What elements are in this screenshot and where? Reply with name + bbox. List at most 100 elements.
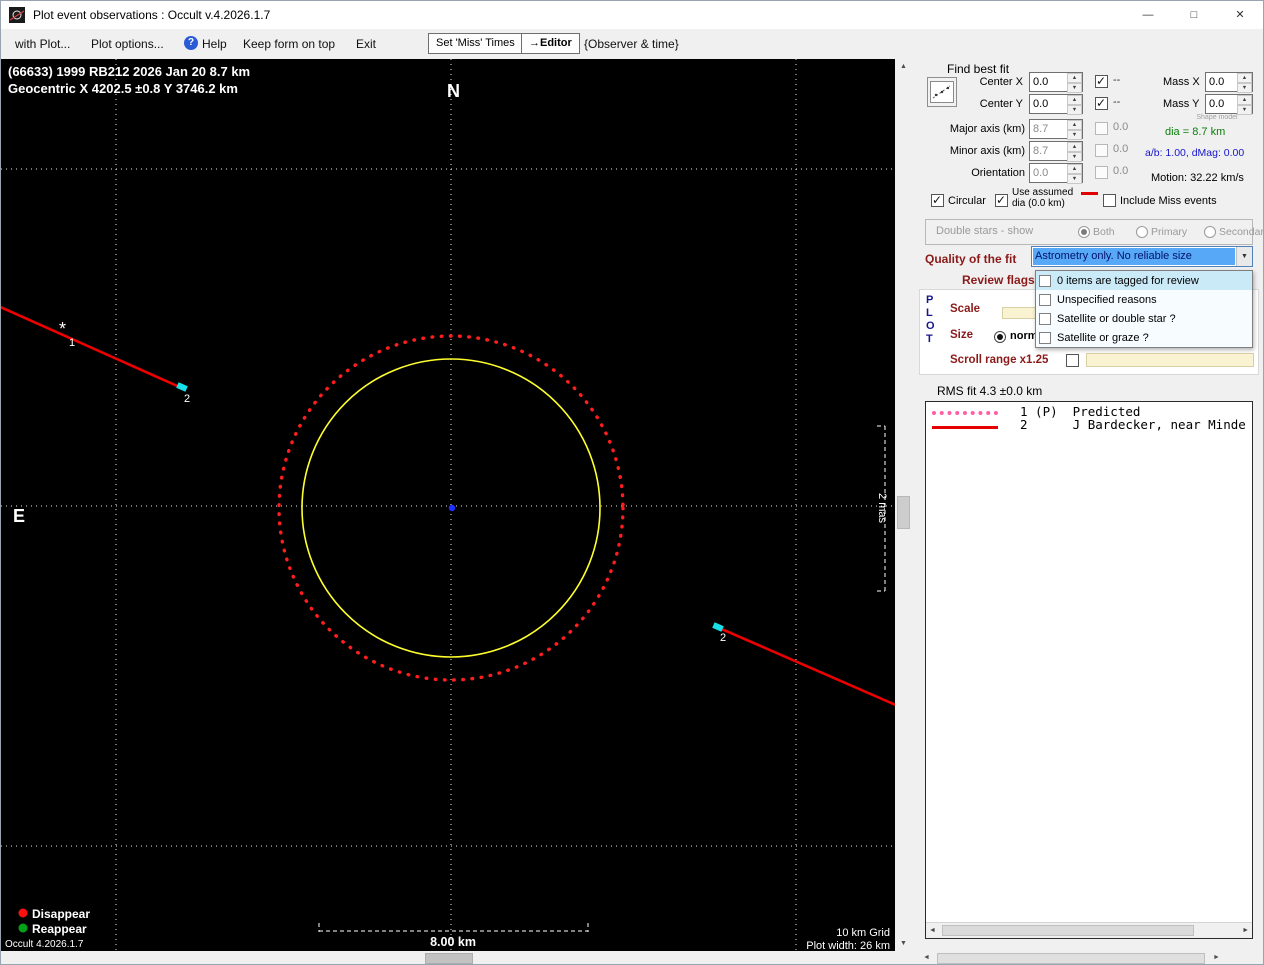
- app-icon: [9, 7, 25, 23]
- center-x-checkbox[interactable]: [1095, 75, 1108, 88]
- spinner-up-icon[interactable]: ▲: [1067, 164, 1082, 174]
- size-normal-radio[interactable]: [994, 331, 1006, 343]
- quality-combobox[interactable]: Astrometry only. No reliable size ▼: [1031, 246, 1253, 267]
- menu-plot-options[interactable]: Plot options...: [91, 37, 164, 51]
- scroll-left-icon[interactable]: ◄: [923, 954, 930, 961]
- close-button[interactable]: ✕: [1217, 1, 1263, 29]
- legend-reappear: Reappear: [32, 922, 87, 936]
- minor-axis-value[interactable]: 8.7: [1030, 142, 1067, 160]
- orientation-spinner[interactable]: ▲▼: [1067, 164, 1082, 182]
- mass-y-spinner[interactable]: ▲▼: [1237, 95, 1252, 113]
- major-axis-spinner[interactable]: ▲▼: [1067, 120, 1082, 138]
- help-icon[interactable]: ?: [184, 36, 198, 50]
- primary-radio[interactable]: [1136, 226, 1148, 238]
- chord1-end-marker[interactable]: [176, 382, 188, 392]
- panel-h-scroll-thumb[interactable]: [937, 953, 1205, 964]
- review-flag-checkbox[interactable]: [1039, 294, 1051, 306]
- find-best-fit-button[interactable]: [927, 77, 957, 107]
- spinner-down-icon[interactable]: ▼: [1237, 83, 1252, 93]
- scroll-right-icon[interactable]: ►: [1242, 927, 1249, 934]
- center-y-spinner[interactable]: ▲▼: [1067, 95, 1082, 113]
- chord-2[interactable]: [717, 627, 895, 706]
- minor-axis-checkbox[interactable]: [1095, 144, 1108, 157]
- scroll-range-slider[interactable]: [1086, 353, 1254, 367]
- use-assumed-line2: dia (0.0 km): [1012, 198, 1065, 209]
- minimize-button[interactable]: —: [1125, 1, 1171, 29]
- north-label: N: [447, 81, 460, 101]
- spinner-up-icon[interactable]: ▲: [1067, 95, 1082, 105]
- spinner-down-icon[interactable]: ▼: [1067, 105, 1082, 115]
- mass-y-field[interactable]: 0.0 ▲▼: [1205, 94, 1253, 114]
- vertical-scroll-thumb[interactable]: [897, 496, 910, 529]
- menu-exit[interactable]: Exit: [356, 37, 376, 51]
- review-flag-item[interactable]: Unspecified reasons: [1036, 290, 1252, 309]
- spinner-down-icon[interactable]: ▼: [1067, 83, 1082, 93]
- observations-h-scrollbar[interactable]: ◄ ►: [926, 922, 1252, 938]
- review-flag-text: Satellite or double star ?: [1057, 313, 1176, 325]
- review-flag-checkbox[interactable]: [1039, 332, 1051, 344]
- chord-1[interactable]: [1, 306, 184, 389]
- major-axis-field[interactable]: 8.7 ▲▼: [1029, 119, 1083, 139]
- spinner-up-icon[interactable]: ▲: [1237, 73, 1252, 83]
- observation-row[interactable]: 2 J Bardecker, near Minde: [1020, 417, 1246, 432]
- mass-x-field[interactable]: 0.0 ▲▼: [1205, 72, 1253, 92]
- center-x-spinner[interactable]: ▲▼: [1067, 73, 1082, 91]
- center-x-value[interactable]: 0.0: [1030, 73, 1067, 91]
- set-miss-times-button[interactable]: Set 'Miss' Times: [428, 33, 523, 54]
- quality-value[interactable]: Astrometry only. No reliable size: [1033, 248, 1235, 265]
- use-assumed-checkbox[interactable]: [995, 194, 1008, 207]
- scroll-range-checkbox[interactable]: [1066, 354, 1079, 367]
- minor-axis-field[interactable]: 8.7 ▲▼: [1029, 141, 1083, 161]
- spinner-up-icon[interactable]: ▲: [1237, 95, 1252, 105]
- orientation-checkbox[interactable]: [1095, 166, 1108, 179]
- mass-y-value[interactable]: 0.0: [1206, 95, 1237, 113]
- observer-time-button[interactable]: {Observer & time}: [584, 37, 679, 51]
- both-radio[interactable]: [1078, 226, 1090, 238]
- review-flag-checkbox[interactable]: [1039, 275, 1051, 287]
- circular-checkbox[interactable]: [931, 194, 944, 207]
- secondary-radio[interactable]: [1204, 226, 1216, 238]
- combo-dropdown-icon[interactable]: ▼: [1236, 247, 1252, 266]
- shape-model-label: Shape model: [1181, 114, 1253, 121]
- include-miss-checkbox[interactable]: [1103, 194, 1116, 207]
- plot-h-scroll-thumb[interactable]: [425, 953, 473, 964]
- center-y-field[interactable]: 0.0 ▲▼: [1029, 94, 1083, 114]
- scroll-up-icon[interactable]: ▲: [895, 63, 912, 70]
- major-axis-checkbox[interactable]: [1095, 122, 1108, 135]
- center-y-value[interactable]: 0.0: [1030, 95, 1067, 113]
- spinner-down-icon[interactable]: ▼: [1067, 174, 1082, 184]
- mass-x-spinner[interactable]: ▲▼: [1237, 73, 1252, 91]
- minor-axis-spinner[interactable]: ▲▼: [1067, 142, 1082, 160]
- observations-list[interactable]: 1 (P) Predicted 2 J Bardecker, near Mind…: [925, 401, 1253, 939]
- observations-scroll-thumb[interactable]: [942, 925, 1194, 936]
- review-flag-checkbox[interactable]: [1039, 313, 1051, 325]
- plot-title-line2: Geocentric X 4202.5 ±0.8 Y 3746.2 km: [8, 81, 238, 96]
- review-flag-item[interactable]: Satellite or double star ?: [1036, 309, 1252, 328]
- spinner-up-icon[interactable]: ▲: [1067, 120, 1082, 130]
- plot-vertical-scrollbar[interactable]: ▲ ▼: [895, 59, 912, 951]
- review-flag-item[interactable]: 0 items are tagged for review: [1036, 271, 1252, 290]
- spinner-up-icon[interactable]: ▲: [1067, 73, 1082, 83]
- scroll-right-icon[interactable]: ►: [1213, 954, 1220, 961]
- scroll-left-icon[interactable]: ◄: [929, 927, 936, 934]
- mass-y-label: Mass Y: [1163, 98, 1199, 110]
- spinner-down-icon[interactable]: ▼: [1067, 152, 1082, 162]
- center-x-field[interactable]: 0.0 ▲▼: [1029, 72, 1083, 92]
- menu-help[interactable]: Help: [202, 37, 227, 51]
- occultation-plot[interactable]: * 1 2 2 (66633) 1999 RB212 2026 Jan 20 8…: [1, 59, 895, 951]
- orientation-value[interactable]: 0.0: [1030, 164, 1067, 182]
- review-flag-item[interactable]: Satellite or graze ?: [1036, 328, 1252, 347]
- major-axis-value[interactable]: 8.7: [1030, 120, 1067, 138]
- center-y-checkbox[interactable]: [1095, 97, 1108, 110]
- scroll-down-icon[interactable]: ▼: [895, 940, 912, 947]
- menu-with-plot[interactable]: with Plot...: [15, 37, 70, 51]
- menu-keep-on-top[interactable]: Keep form on top: [243, 37, 335, 51]
- mass-x-value[interactable]: 0.0: [1206, 73, 1237, 91]
- orientation-label: Orientation: [941, 167, 1025, 179]
- orientation-field[interactable]: 0.0 ▲▼: [1029, 163, 1083, 183]
- find-best-fit-label: Find best fit: [947, 62, 1009, 76]
- spinner-up-icon[interactable]: ▲: [1067, 142, 1082, 152]
- editor-button[interactable]: →Editor: [521, 33, 580, 54]
- maximize-button[interactable]: □: [1171, 1, 1217, 29]
- spinner-down-icon[interactable]: ▼: [1067, 130, 1082, 140]
